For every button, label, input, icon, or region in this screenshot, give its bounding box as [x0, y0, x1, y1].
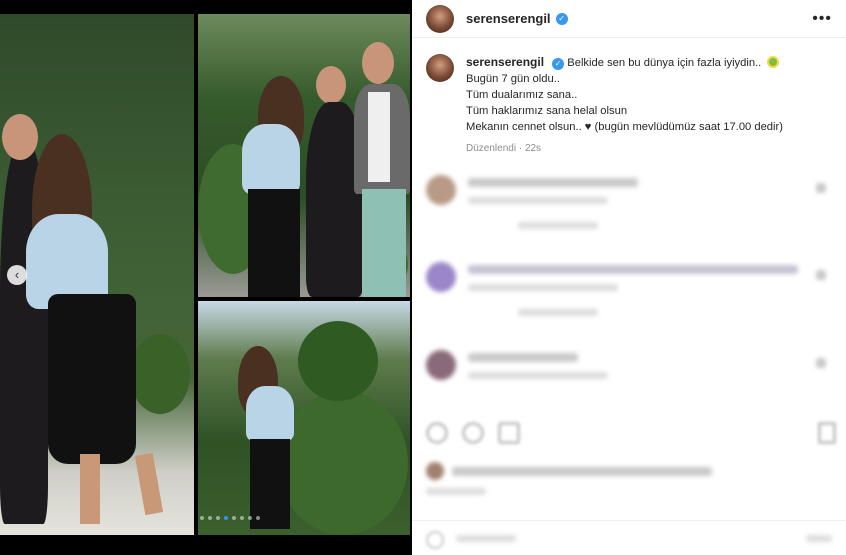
comment-item[interactable] — [426, 175, 836, 229]
more-options-icon[interactable]: ••• — [812, 10, 832, 28]
edited-label: Düzenlendi — [466, 143, 517, 154]
emoji-picker-icon[interactable] — [426, 531, 444, 549]
add-comment-bar[interactable] — [412, 520, 846, 555]
photo-group — [198, 14, 410, 297]
carousel-dot — [232, 516, 236, 520]
share-icon[interactable] — [498, 422, 520, 444]
man-shirt — [368, 92, 390, 182]
blurred-comment-meta — [468, 284, 618, 291]
carousel-dot — [216, 516, 220, 520]
post-actions — [426, 420, 836, 448]
girl-blue-top — [246, 386, 294, 441]
caption-line: Bugün 7 gün oldu.. — [466, 73, 560, 85]
carousel-dots — [200, 516, 260, 520]
post-caption: serenserengil ✓ Belkide sen bu dünya içi… — [412, 38, 846, 157]
carousel-dot — [200, 516, 204, 520]
carousel-dot — [240, 516, 244, 520]
comment-item[interactable] — [426, 262, 836, 316]
avatar[interactable] — [426, 54, 454, 82]
comment-icon[interactable] — [462, 422, 484, 444]
caption-username-link[interactable]: serenserengil — [466, 55, 544, 69]
blurred-comment-input[interactable] — [456, 535, 516, 542]
girl-leg — [134, 452, 164, 516]
avatar[interactable] — [426, 4, 454, 33]
post-sidebar: serenserengil ✓ ••• serenserengil ✓ Belk… — [412, 0, 846, 555]
carousel-dot — [248, 516, 252, 520]
girl-blue-top — [242, 124, 300, 194]
woman-left-head — [2, 114, 38, 160]
timestamp[interactable]: 22s — [525, 143, 541, 154]
post-media-carousel[interactable]: ‹ — [0, 0, 411, 555]
blurred-comment-text — [468, 178, 638, 187]
blurred-likes-text — [452, 466, 712, 476]
blurred-replies-link[interactable] — [518, 309, 598, 316]
photo-garden — [198, 301, 410, 535]
like-icon[interactable] — [426, 422, 448, 444]
woman-head — [316, 66, 346, 104]
comment-item[interactable] — [426, 350, 836, 380]
caption-line: Mekanın cennet olsun.. ♥ (bugün mevlüdüm… — [466, 121, 783, 133]
man-trousers — [362, 189, 406, 297]
girl-leg — [80, 454, 100, 524]
caption-line: Tüm dualarımız sana.. — [466, 89, 578, 101]
post-header: serenserengil ✓ ••• — [412, 0, 846, 38]
topiary-shape — [298, 321, 378, 401]
girl-skirt — [248, 189, 300, 297]
topiary-shape — [278, 391, 408, 535]
carousel-dot-active — [224, 516, 228, 520]
verified-badge-icon: ✓ — [552, 58, 565, 70]
blurred-post-date — [426, 488, 486, 495]
likes-summary[interactable] — [426, 462, 712, 480]
comment-avatar[interactable] — [426, 262, 456, 292]
comment-avatar[interactable] — [426, 350, 456, 380]
man-head — [362, 42, 394, 84]
carousel-dot — [256, 516, 260, 520]
blurred-comment-text — [468, 265, 798, 274]
caption-line: Belkide sen bu dünya için fazla iyiydin.… — [567, 57, 762, 69]
bouquet-emoji-icon — [767, 56, 780, 68]
blurred-post-button[interactable] — [806, 535, 832, 542]
heart-icon[interactable] — [816, 183, 826, 193]
blurred-comment-meta — [468, 372, 608, 379]
caption-line: Tüm haklarımız sana helal olsun — [466, 105, 628, 117]
caption-meta: Düzenlendi · 22s — [466, 143, 542, 154]
verified-badge-icon: ✓ — [555, 12, 568, 25]
bookmark-icon[interactable] — [818, 422, 836, 444]
girl-skirt — [48, 294, 136, 464]
heart-icon[interactable] — [816, 358, 826, 368]
hedge-shape — [130, 334, 190, 414]
username-link[interactable]: serenserengil — [466, 11, 551, 26]
comment-avatar[interactable] — [426, 175, 456, 205]
liker-avatar — [426, 462, 444, 480]
carousel-prev-button[interactable]: ‹ — [7, 265, 27, 285]
blurred-comment-meta — [468, 197, 608, 204]
blurred-comment-text — [468, 353, 578, 362]
carousel-dot — [208, 516, 212, 520]
blurred-replies-link[interactable] — [518, 222, 598, 229]
heart-icon[interactable] — [816, 270, 826, 280]
photo-kiss — [0, 14, 194, 535]
